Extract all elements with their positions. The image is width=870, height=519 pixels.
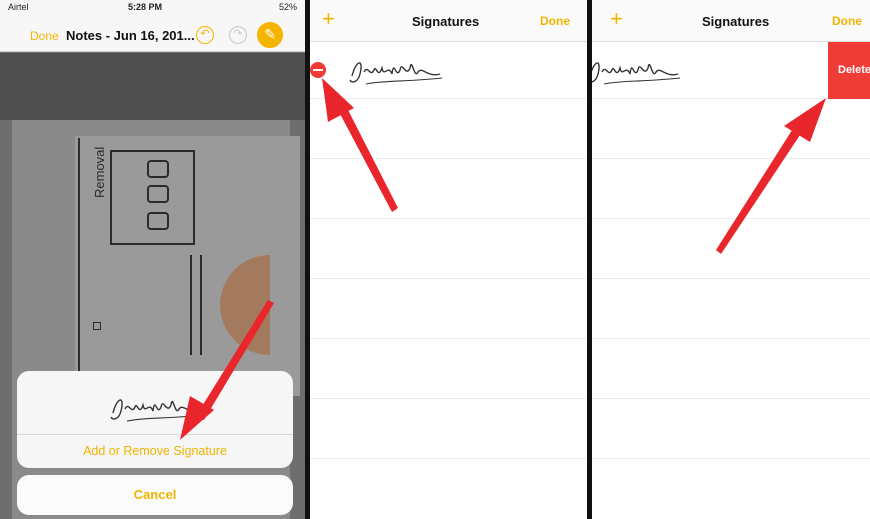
add-remove-signature-button[interactable]: Add or Remove Signature xyxy=(17,444,293,458)
row-separator xyxy=(310,158,587,159)
cancel-button[interactable]: Cancel xyxy=(17,475,293,515)
row-separator xyxy=(592,278,870,279)
add-signature-button[interactable]: + xyxy=(610,8,623,30)
signature-thumbnail[interactable] xyxy=(107,387,207,427)
notes-markup-panel: Airtel 5:28 PM 52% Done Notes - Jun 16, … xyxy=(0,0,305,519)
signature-action-sheet: Add or Remove Signature xyxy=(17,371,293,468)
redo-icon[interactable]: ↷ xyxy=(229,26,247,44)
row-separator xyxy=(592,218,870,219)
carrier-label: Airtel xyxy=(8,2,29,12)
signatures-title: Signatures xyxy=(702,14,770,29)
dim-overlay-band xyxy=(0,53,305,120)
row-separator xyxy=(310,458,587,459)
markup-toolbar: Done Notes - Jun 16, 201... ↶ ↷ ✎ xyxy=(0,14,305,52)
doc-heading: Removal xyxy=(92,146,107,198)
done-button[interactable]: Done xyxy=(540,14,570,28)
signatures-title: Signatures xyxy=(412,14,480,29)
signatures-navbar: + Signatures Done xyxy=(310,0,587,42)
row-separator xyxy=(310,278,587,279)
markup-pen-icon[interactable]: ✎ xyxy=(257,22,283,48)
status-time: 5:28 PM xyxy=(128,2,163,12)
delete-minus-icon[interactable] xyxy=(310,62,326,78)
done-button[interactable]: Done xyxy=(832,14,862,28)
row-separator xyxy=(592,338,870,339)
done-button[interactable]: Done xyxy=(30,29,59,43)
row-separator xyxy=(310,98,587,99)
undo-icon[interactable]: ↶ xyxy=(196,26,214,44)
row-separator xyxy=(310,338,587,339)
signatures-edit-panel: + Signatures Done xyxy=(310,0,587,519)
signatures-navbar: + Signatures Done xyxy=(592,0,870,42)
doc-cell xyxy=(147,160,169,178)
doc-cell xyxy=(147,185,169,203)
row-separator xyxy=(592,398,870,399)
signature-row[interactable] xyxy=(346,50,446,90)
status-bar: Airtel 5:28 PM 52% xyxy=(0,0,305,14)
row-separator xyxy=(592,158,870,159)
doc-bullet xyxy=(93,322,101,330)
sheet-separator xyxy=(17,434,293,435)
doc-text-line xyxy=(190,255,192,355)
row-separator xyxy=(592,458,870,459)
delete-button[interactable]: Delete xyxy=(828,42,870,99)
signature-row[interactable] xyxy=(592,50,684,90)
add-signature-button[interactable]: + xyxy=(322,8,335,30)
note-title: Notes - Jun 16, 201... xyxy=(66,28,195,43)
doc-text-line xyxy=(200,255,202,355)
row-separator xyxy=(310,398,587,399)
battery-level: 52% xyxy=(278,2,297,12)
doc-cell xyxy=(147,212,169,230)
doc-border-line xyxy=(78,138,80,393)
row-separator xyxy=(310,218,587,219)
